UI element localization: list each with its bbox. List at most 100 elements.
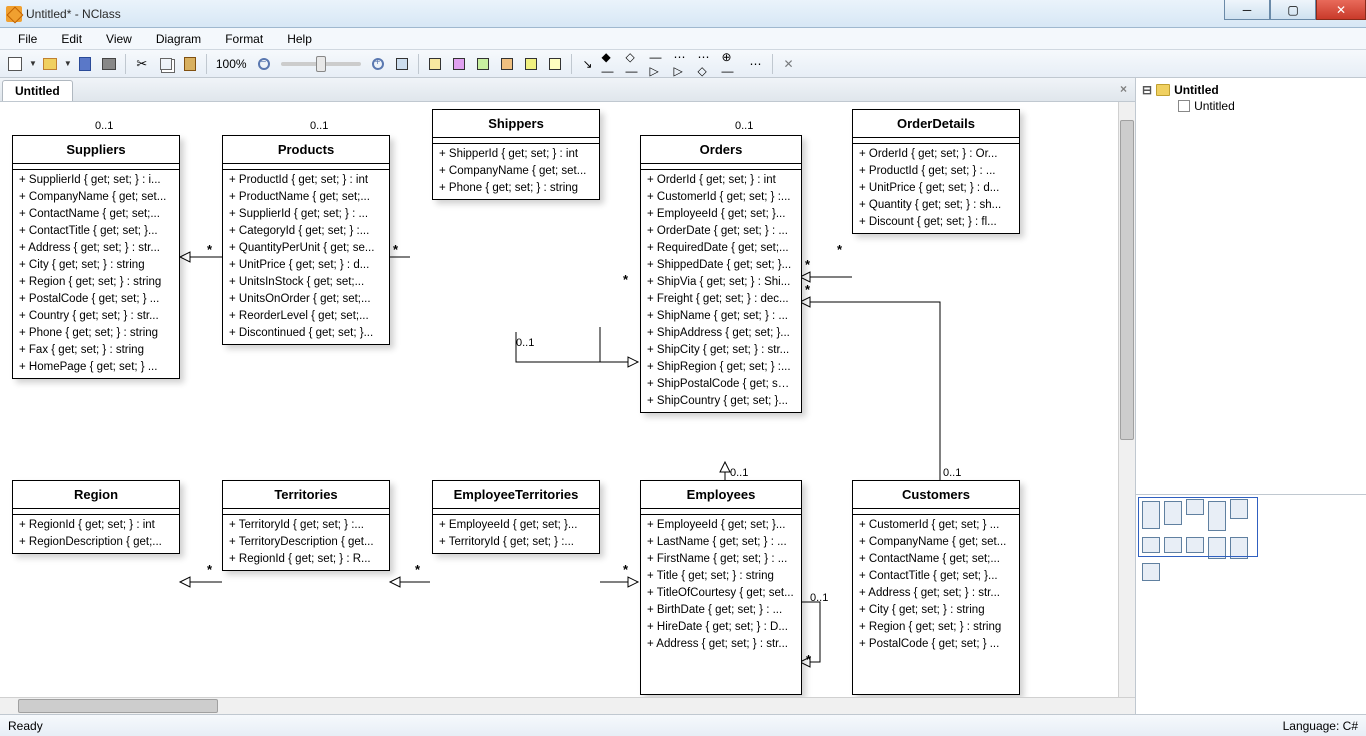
paste-button[interactable] (179, 53, 201, 75)
tool-assoc-button[interactable]: ↘ (577, 53, 599, 75)
mult-products: 0..1 (310, 120, 328, 132)
star-orderdetails: * (837, 242, 842, 257)
class-region-members: + RegionId { get; set; } : int+ RegionDe… (13, 515, 179, 553)
menu-edit[interactable]: Edit (51, 30, 92, 48)
class-territories[interactable]: Territories + TerritoryId { get; set; } … (222, 480, 390, 571)
maximize-button[interactable]: ▢ (1270, 0, 1316, 20)
class-empterr-members: + EmployeeId { get; set; }...+ Territory… (433, 515, 599, 553)
class-employees[interactable]: Employees + EmployeeId { get; set; }...+… (640, 480, 802, 695)
class-territories-members: + TerritoryId { get; set; } :...+ Territ… (223, 515, 389, 570)
status-left: Ready (8, 719, 43, 733)
tool-nesting-button[interactable]: ⊕— (721, 53, 743, 75)
mult-customers: 0..1 (943, 467, 961, 479)
class-employeeterritories[interactable]: EmployeeTerritories + EmployeeId { get; … (432, 480, 600, 554)
class-shippers[interactable]: Shippers + ShipperId { get; set; } : int… (432, 109, 600, 200)
scrollbar-thumb-h[interactable] (18, 699, 218, 713)
class-region-title: Region (13, 481, 179, 509)
class-shippers-title: Shippers (433, 110, 599, 138)
delete-button[interactable]: ✕ (778, 53, 800, 75)
app-icon (6, 6, 22, 22)
open-button[interactable] (39, 53, 61, 75)
class-suppliers-members: + SupplierId { get; set; } : i...+ Compa… (13, 170, 179, 378)
copy-button[interactable] (155, 53, 177, 75)
separator (571, 54, 572, 74)
minimap[interactable] (1136, 494, 1366, 714)
minimize-button[interactable]: ─ (1224, 0, 1270, 20)
class-orders-title: Orders (641, 136, 801, 164)
canvas-scrollbar-v[interactable] (1118, 102, 1135, 697)
mult-orders: 0..1 (735, 120, 753, 132)
mult-shippers: 0..1 (516, 337, 534, 349)
star-empterr-left: * (415, 562, 420, 577)
zoom-slider-thumb[interactable] (316, 56, 326, 72)
class-products[interactable]: Products + ProductId { get; set; } : int… (222, 135, 390, 345)
class-orderdetails-title: OrderDetails (853, 110, 1019, 138)
diagram-canvas[interactable]: 0..1 0..1 0..1 0..1 0..1 0..1 0..1 * * *… (0, 102, 1135, 697)
tool-interface-button[interactable] (472, 53, 494, 75)
print-button[interactable] (98, 53, 120, 75)
menu-diagram[interactable]: Diagram (146, 30, 211, 48)
mult-employees: 0..1 (730, 467, 748, 479)
canvas-scrollbar-h[interactable] (0, 697, 1135, 714)
tab-untitled[interactable]: Untitled (2, 80, 73, 101)
main-area: Untitled × (0, 78, 1366, 714)
tree-child-label: Untitled (1194, 99, 1235, 113)
zoom-in-button[interactable] (367, 53, 389, 75)
zoom-slider[interactable] (281, 62, 361, 66)
minimap-viewport[interactable] (1138, 497, 1258, 557)
star-emp-self: * (806, 652, 811, 667)
class-products-members: + ProductId { get; set; } : int+ Product… (223, 170, 389, 344)
scrollbar-thumb[interactable] (1120, 120, 1134, 440)
zoom-fit-button[interactable] (391, 53, 413, 75)
tool-composition-button[interactable]: ◆— (601, 53, 623, 75)
tool-comment-button[interactable] (544, 53, 566, 75)
tool-dependency-button[interactable]: ⋯▷ (673, 53, 695, 75)
window-title: Untitled* - NClass (26, 7, 121, 21)
tool-aggregation-button[interactable]: ◇— (625, 53, 647, 75)
menu-file[interactable]: File (8, 30, 47, 48)
folder-icon (1156, 84, 1170, 96)
toolbar: ▼ ▼ ✂ 100% ↘ ◆— ◇— —▷ ⋯▷ ⋯◇ ⊕— ⋯ ✕ (0, 50, 1366, 78)
star-orders-left: * (623, 272, 628, 287)
tool-commentlink-button[interactable]: ⋯ (745, 53, 767, 75)
zoom-out-button[interactable] (253, 53, 275, 75)
save-button[interactable] (74, 53, 96, 75)
tree-root[interactable]: ⊟ Untitled (1140, 82, 1362, 98)
project-tree: ⊟ Untitled ⊟ Untitled (1136, 78, 1366, 494)
class-products-title: Products (223, 136, 389, 164)
star-terr-left: * (207, 562, 212, 577)
tool-enum-button[interactable] (496, 53, 518, 75)
tool-class-button[interactable] (424, 53, 446, 75)
tool-struct-button[interactable] (448, 53, 470, 75)
new-dropdown-icon[interactable]: ▼ (29, 59, 37, 68)
star-prod-left: * (207, 242, 212, 257)
separator (206, 54, 207, 74)
menubar: File Edit View Diagram Format Help (0, 28, 1366, 50)
right-panel: ⊟ Untitled ⊟ Untitled (1136, 78, 1366, 714)
class-region[interactable]: Region + RegionId { get; set; } : int+ R… (12, 480, 180, 554)
class-orderdetails[interactable]: OrderDetails + OrderId { get; set; } : O… (852, 109, 1020, 234)
class-customers[interactable]: Customers + CustomerId { get; set; } ...… (852, 480, 1020, 695)
class-shippers-members: + ShipperId { get; set; } : int+ Company… (433, 144, 599, 199)
cut-button[interactable]: ✂ (131, 53, 153, 75)
tree-root-label: Untitled (1174, 83, 1219, 97)
class-orders[interactable]: Orders + OrderId { get; set; } : int+ Cu… (640, 135, 802, 413)
close-button[interactable]: ✕ (1316, 0, 1366, 20)
class-customers-title: Customers (853, 481, 1019, 509)
open-dropdown-icon[interactable]: ▼ (64, 59, 72, 68)
new-button[interactable] (4, 53, 26, 75)
separator (418, 54, 419, 74)
menu-help[interactable]: Help (277, 30, 322, 48)
tool-generalization-button[interactable]: —▷ (649, 53, 671, 75)
menu-format[interactable]: Format (215, 30, 273, 48)
class-customers-members: + CustomerId { get; set; } ...+ CompanyN… (853, 515, 1019, 655)
class-territories-title: Territories (223, 481, 389, 509)
tree-child[interactable]: ⊟ Untitled (1162, 98, 1362, 114)
tool-delegate-button[interactable] (520, 53, 542, 75)
mult-suppliers: 0..1 (95, 120, 113, 132)
tab-close-button[interactable]: × (1120, 82, 1127, 96)
class-empterr-title: EmployeeTerritories (433, 481, 599, 509)
menu-view[interactable]: View (96, 30, 142, 48)
class-suppliers[interactable]: Suppliers + SupplierId { get; set; } : i… (12, 135, 180, 379)
tool-realization-button[interactable]: ⋯◇ (697, 53, 719, 75)
